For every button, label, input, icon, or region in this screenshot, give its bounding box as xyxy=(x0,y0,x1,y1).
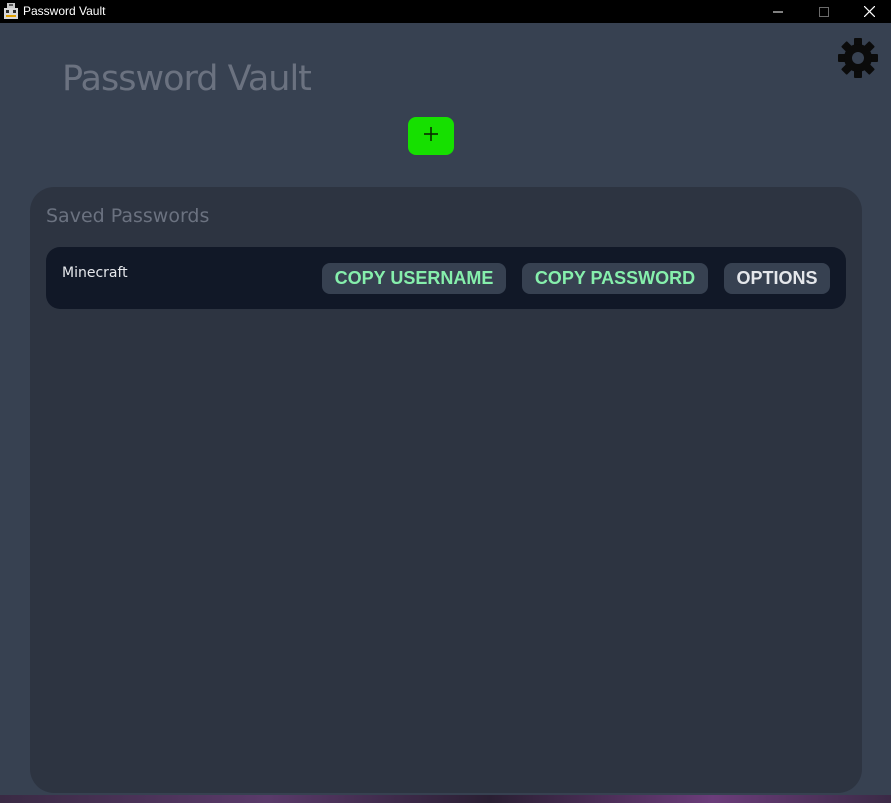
maximize-icon xyxy=(819,2,829,21)
maximize-button[interactable] xyxy=(801,0,847,23)
password-entry: Minecraft COPY USERNAME COPY PASSWORD OP… xyxy=(46,247,846,309)
entry-name: Minecraft xyxy=(62,265,128,281)
settings-button[interactable] xyxy=(836,36,880,80)
gear-icon xyxy=(836,38,880,84)
robot-icon xyxy=(3,3,19,19)
close-button[interactable] xyxy=(846,0,891,23)
plus-icon xyxy=(423,126,439,146)
minimize-button[interactable] xyxy=(755,0,801,23)
saved-passwords-panel: Saved Passwords Minecraft COPY USERNAME … xyxy=(30,187,862,793)
copy-username-button[interactable]: COPY USERNAME xyxy=(322,263,506,294)
copy-password-button[interactable]: COPY PASSWORD xyxy=(522,263,708,294)
page-title: Password Vault xyxy=(62,59,312,99)
desktop-background-strip xyxy=(0,795,891,803)
options-button[interactable]: OPTIONS xyxy=(724,263,830,294)
window-titlebar: Password Vault xyxy=(0,0,891,23)
window-title: Password Vault xyxy=(23,4,106,18)
minimize-icon xyxy=(773,2,783,21)
close-icon xyxy=(863,2,875,21)
saved-passwords-title: Saved Passwords xyxy=(46,205,210,227)
add-password-button[interactable] xyxy=(408,117,454,155)
app-body: Password Vault Saved Passwords Minecraft… xyxy=(0,23,891,803)
